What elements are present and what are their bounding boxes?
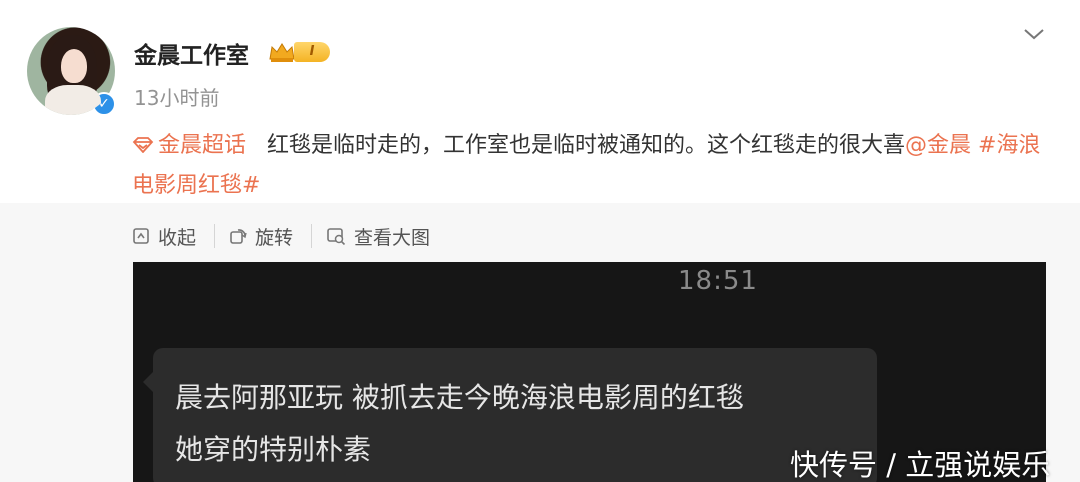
view-large-label: 查看大图 <box>354 226 431 249</box>
mention-link[interactable]: @金晨 <box>905 133 971 158</box>
chat-message-line-2: 她穿的特别朴素 <box>175 433 372 466</box>
post-timestamp[interactable]: 13小时前 <box>134 82 219 111</box>
avatar-body <box>45 85 101 115</box>
diamond-topic-icon <box>132 137 154 153</box>
view-large-icon <box>327 228 346 245</box>
rotate-label: 旋转 <box>255 226 294 249</box>
chevron-down-icon[interactable] <box>1022 24 1046 44</box>
collapse-label: 收起 <box>158 226 197 249</box>
toolbar-divider <box>214 224 216 248</box>
watermark: 快传号 / 立强说娱乐 <box>790 448 1051 482</box>
collapse-button[interactable]: 收起 <box>132 223 196 250</box>
avatar-face <box>61 49 87 83</box>
toolbar-divider <box>311 224 313 248</box>
post-text: 红毯是临时走的，工作室也是临时被通知的。这个红毯走的很大喜 <box>267 133 906 158</box>
author-name[interactable]: 金晨工作室 <box>134 36 249 70</box>
topic-link[interactable]: 金晨超话 <box>132 133 246 158</box>
chat-message-line-1: 晨去阿那亚玩 被抓去走今晚海浪电影周的红毯 <box>175 381 744 414</box>
crown-icon <box>269 43 295 62</box>
chat-time: 18:51 <box>678 266 758 296</box>
collapse-icon <box>133 228 149 244</box>
rotate-icon <box>230 229 247 244</box>
view-large-button[interactable]: 查看大图 <box>326 223 430 250</box>
rotate-button[interactable]: 旋转 <box>229 223 293 250</box>
level-badge: I <box>294 42 330 62</box>
chat-bubble: 晨去阿那亚玩 被抓去走今晚海浪电影周的红毯 她穿的特别朴素 <box>143 348 877 482</box>
topic-label: 金晨超话 <box>158 133 247 158</box>
weibo-post: ✓ 金晨工作室 I 13小时前 金晨超话 红毯是临时走的，工作室也是临时被通知的… <box>0 0 1080 482</box>
post-content: 金晨超话 红毯是临时走的，工作室也是临时被通知的。这个红毯走的很大喜@金晨 #海… <box>132 126 1044 206</box>
media-toolbar: 收起 旋转 查看大图 <box>132 220 430 252</box>
